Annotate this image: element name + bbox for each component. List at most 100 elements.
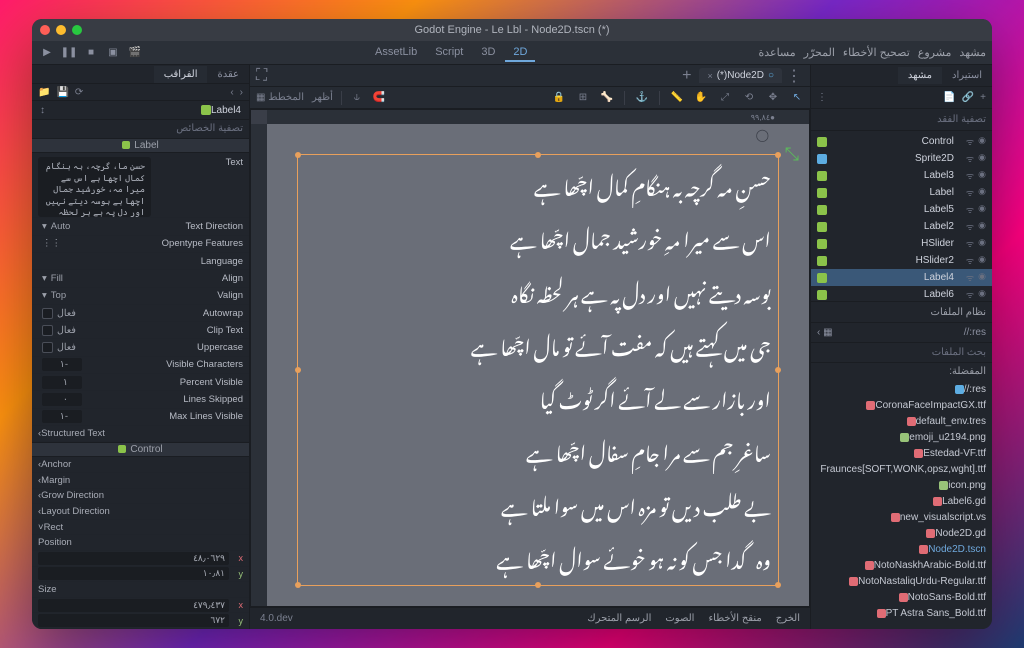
stop-icon[interactable]: ■	[82, 44, 100, 62]
file-item[interactable]: new_visualscript.vs	[811, 509, 992, 525]
bottom-tab-audio[interactable]: الصوت	[665, 613, 694, 624]
handle-bl[interactable]	[295, 582, 301, 588]
menu-editor[interactable]: المحرّر	[804, 46, 835, 59]
distraction-free-icon[interactable]: ⛶	[256, 67, 267, 85]
file-item[interactable]: Label6.gd	[811, 493, 992, 509]
prop-structured-text[interactable]: Structured Text ›	[32, 426, 249, 442]
prop-layout[interactable]: Layout Direction ›	[32, 504, 249, 520]
handle-tr[interactable]	[775, 152, 781, 158]
inspector-node-header[interactable]: Label4 ↕	[32, 101, 249, 120]
section-label[interactable]: Label	[32, 138, 249, 154]
file-item[interactable]: NotoNaskhArabic-Bold.ttf	[811, 557, 992, 573]
text-value[interactable]: حسنِ ما، گرچہ، بہ ہنگام کمال اچھا ہے اس …	[38, 157, 151, 217]
scene-node[interactable]: ◉ᯤHSlider2	[811, 252, 992, 269]
file-item[interactable]: Fraunces[SOFT,WONK,opsz,wght].ttf	[811, 461, 992, 477]
file-item[interactable]: Estedad-VF.ttf	[811, 445, 992, 461]
scene-menu-icon[interactable]: ⋮	[786, 66, 802, 86]
scene-node[interactable]: ◉ᯤLabel6	[811, 286, 992, 301]
tab-inspector[interactable]: الفراقب	[154, 66, 208, 83]
render-icon[interactable]: 🎬	[126, 44, 144, 62]
handle-lm[interactable]	[295, 367, 301, 373]
file-item[interactable]: NotoNastaliqUrdu-Regular.ttf	[811, 573, 992, 589]
scene-node[interactable]: ◉ᯤLabel2	[811, 218, 992, 235]
view-dropdown[interactable]: أظهر	[312, 92, 333, 103]
file-item[interactable]: PT Astra Sans_Bold.ttf	[811, 605, 992, 621]
group-icon[interactable]: ⊞	[576, 91, 590, 105]
tab-2d[interactable]: 2D	[505, 44, 535, 62]
prop-grow[interactable]: Grow Direction ›	[32, 489, 249, 505]
file-item[interactable]: res://	[811, 381, 992, 397]
add-node-icon[interactable]: +	[980, 92, 986, 103]
scene-node[interactable]: ◉ᯤLabel5	[811, 201, 992, 218]
expand-handles-icon[interactable]: ⤡	[785, 144, 799, 165]
file-item[interactable]: icon.png	[811, 477, 992, 493]
menu-scene[interactable]: مشهد	[959, 46, 986, 59]
tab-scene[interactable]: مشهد	[898, 67, 942, 84]
refresh-icon[interactable]: ⟳	[75, 87, 83, 98]
play-icon[interactable]: ▶	[38, 44, 56, 62]
move-tool-icon[interactable]: ✥	[766, 91, 780, 105]
tab-assetlib[interactable]: AssetLib	[367, 44, 425, 62]
handle-bm[interactable]	[535, 582, 541, 588]
snap-icon[interactable]: ⫝	[350, 91, 364, 105]
handle-rm[interactable]	[775, 367, 781, 373]
scene-menu-icon[interactable]: ⋮	[817, 92, 827, 103]
section-control[interactable]: Control	[32, 442, 249, 458]
tab-script[interactable]: Script	[427, 44, 471, 62]
menu-debug[interactable]: تصحيح الأخطاء	[843, 46, 910, 59]
file-item[interactable]: Node2D.gd	[811, 525, 992, 541]
tab-node[interactable]: عقدة	[207, 66, 249, 83]
handle-tl[interactable]	[295, 152, 301, 158]
tab-import[interactable]: استيراد	[942, 67, 992, 84]
filesystem-search[interactable]: بحث الملفات	[811, 343, 992, 363]
file-item[interactable]: Node2D.tscn	[811, 541, 992, 557]
scene-node[interactable]: ◉ᯤLabel4	[811, 269, 992, 286]
file-item[interactable]: emoji_u2194.png	[811, 429, 992, 445]
viewport[interactable]: ٩٩,٨٤ ● ⤡ ◯ ح	[250, 109, 810, 607]
grid-dropdown[interactable]: ▦ المخطط	[256, 92, 304, 103]
bottom-tab-animation[interactable]: الرسم المتحرك	[587, 613, 651, 624]
pause-icon[interactable]: ❚❚	[60, 44, 78, 62]
anchor-icon[interactable]: ⚓	[635, 91, 649, 105]
pan-tool-icon[interactable]: ✋	[694, 91, 708, 105]
ruler-tool-icon[interactable]: 📏	[670, 91, 684, 105]
prop-rect[interactable]: Rect ˅	[32, 520, 249, 536]
scene-node[interactable]: ◉ᯤHSlider	[811, 235, 992, 252]
size-x[interactable]: x٤٧٩٫٤٣٧	[32, 598, 249, 614]
file-item[interactable]: CoronaFaceImpactGX.ttf	[811, 397, 992, 413]
add-scene-icon[interactable]: +	[682, 67, 691, 85]
scale-tool-icon[interactable]: ⤢	[718, 91, 732, 105]
scene-node[interactable]: ◉ᯤLabel	[811, 184, 992, 201]
file-item[interactable]: default_env.tres	[811, 413, 992, 429]
position-x[interactable]: x٤٨٫٠٦٢٩	[32, 551, 249, 567]
size-y[interactable]: y٦٧٢	[32, 613, 249, 629]
magnet-icon[interactable]: 🧲	[372, 91, 386, 105]
filesystem-path-bar[interactable]: res:// ‹ ▦	[811, 323, 992, 343]
scene-node[interactable]: ◉ᯤSprite2D	[811, 150, 992, 167]
extra-icon[interactable]: ↕	[40, 105, 45, 116]
text-direction-value[interactable]: Auto ▾	[38, 221, 151, 232]
bone-icon[interactable]: 🦴	[600, 91, 614, 105]
menu-project[interactable]: مشروع	[918, 46, 952, 59]
scene-filter[interactable]: تصفية الفقد	[811, 109, 992, 131]
tab-3d[interactable]: 3D	[473, 44, 503, 62]
scene-tab[interactable]: × (*)Node2D ○	[699, 68, 782, 83]
play-scene-icon[interactable]: ▣	[104, 44, 122, 62]
scene-node[interactable]: ◉ᯤControl	[811, 133, 992, 150]
prop-margin[interactable]: Margin ›	[32, 473, 249, 489]
position-y[interactable]: y١٠٫٨١	[32, 567, 249, 583]
save-icon[interactable]: 💾	[56, 87, 68, 98]
bottom-tab-output[interactable]: الخرج	[776, 613, 800, 624]
file-item[interactable]: NotoSans-Bold.ttf	[811, 589, 992, 605]
canvas[interactable]: ⤡ ◯ حسنِ مہ گرچہ بہ ہنگامِ کمال اچّھا ہے	[267, 124, 809, 606]
scene-node[interactable]: ◉ᯤLabel3	[811, 167, 992, 184]
lock-icon[interactable]: 🔒	[552, 91, 566, 105]
bottom-tab-debugger[interactable]: منقح الأخطاء	[708, 613, 761, 624]
handle-br[interactable]	[775, 582, 781, 588]
attach-script-icon[interactable]: 📄	[943, 92, 955, 103]
prop-anchor[interactable]: Anchor ›	[32, 457, 249, 473]
rotate-tool-icon[interactable]: ⟲	[742, 91, 756, 105]
prop-position[interactable]: Position	[32, 535, 249, 551]
link-node-icon[interactable]: 🔗	[962, 92, 974, 103]
history-back-icon[interactable]: ‹	[240, 87, 243, 98]
